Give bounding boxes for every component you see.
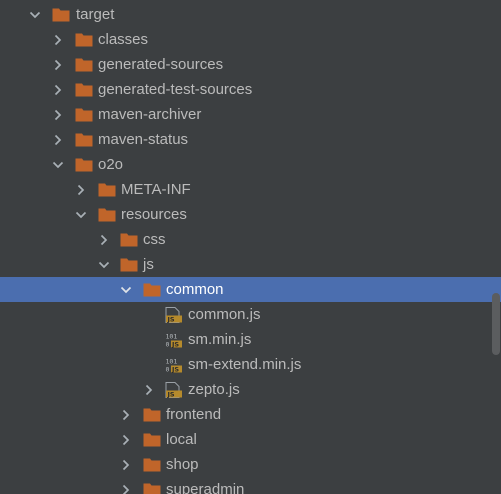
chevron-right-icon[interactable]: [51, 27, 65, 52]
tree-row-superadmin[interactable]: superadmin: [0, 477, 501, 494]
folder-icon: [143, 452, 161, 477]
chevron-right-icon[interactable]: [142, 377, 156, 402]
js-file-icon: JS: [165, 302, 183, 327]
vertical-scrollbar[interactable]: [491, 0, 501, 494]
tree-row-js[interactable]: js: [0, 252, 501, 277]
folder-icon: [143, 402, 161, 427]
tree-row-label: common.js: [188, 306, 261, 323]
tree-row-zepto-js[interactable]: JS zepto.js: [0, 377, 501, 402]
chevron-down-icon[interactable]: [74, 202, 88, 227]
folder-icon: [143, 427, 161, 452]
folder-icon: [75, 102, 93, 127]
minified-js-file-icon: 101 0 JS: [165, 327, 183, 352]
tree-row-label: maven-status: [98, 131, 189, 148]
tree-row-common-selected[interactable]: common: [0, 277, 501, 302]
chevron-right-icon[interactable]: [51, 102, 65, 127]
tree-row-label: target: [76, 6, 115, 23]
tree-row-sm-extend-min-js[interactable]: 101 0 JS sm-extend.min.js: [0, 352, 501, 377]
chevron-right-icon[interactable]: [119, 402, 133, 427]
tree-row-label: common: [166, 281, 224, 298]
tree-row-resources[interactable]: resources: [0, 202, 501, 227]
tree-row-maven-status[interactable]: maven-status: [0, 127, 501, 152]
tree-row-label: META-INF: [121, 181, 191, 198]
tree-row-common-js[interactable]: JS common.js: [0, 302, 501, 327]
tree-row-local[interactable]: local: [0, 427, 501, 452]
folder-icon: [75, 152, 93, 177]
chevron-right-icon[interactable]: [74, 177, 88, 202]
folder-icon: [143, 277, 161, 302]
svg-text:JS: JS: [171, 366, 179, 374]
folder-icon: [75, 52, 93, 77]
tree-row-label: frontend: [166, 406, 222, 423]
tree-row-label: resources: [121, 206, 187, 223]
scrollbar-thumb[interactable]: [492, 293, 500, 355]
svg-text:JS: JS: [167, 316, 175, 324]
folder-icon: [98, 202, 116, 227]
chevron-right-icon[interactable]: [119, 427, 133, 452]
tree-row-label: css: [143, 231, 166, 248]
project-tree: target classes generated-sources generat…: [0, 0, 501, 494]
chevron-down-icon[interactable]: [51, 152, 65, 177]
chevron-right-icon[interactable]: [119, 477, 133, 494]
folder-icon: [120, 252, 138, 277]
svg-text:101: 101: [166, 333, 178, 341]
tree-row-label: js: [143, 256, 154, 273]
chevron-down-icon[interactable]: [97, 252, 111, 277]
chevron-right-icon[interactable]: [119, 452, 133, 477]
svg-text:JS: JS: [171, 341, 179, 349]
svg-text:JS: JS: [167, 391, 175, 399]
tree-row-label: classes: [98, 31, 149, 48]
svg-text:101: 101: [166, 358, 178, 366]
tree-row-generated-sources[interactable]: generated-sources: [0, 52, 501, 77]
tree-row-maven-archiver[interactable]: maven-archiver: [0, 102, 501, 127]
folder-icon: [52, 2, 70, 27]
tree-row-shop[interactable]: shop: [0, 452, 501, 477]
minified-js-file-icon: 101 0 JS: [165, 352, 183, 377]
tree-row-label: local: [166, 431, 197, 448]
tree-row-classes[interactable]: classes: [0, 27, 501, 52]
tree-row-label: sm-extend.min.js: [188, 356, 302, 373]
tree-row-meta-inf[interactable]: META-INF: [0, 177, 501, 202]
tree-row-target[interactable]: target: [0, 2, 501, 27]
folder-icon: [75, 27, 93, 52]
tree-row-generated-test-sources[interactable]: generated-test-sources: [0, 77, 501, 102]
folder-icon: [75, 77, 93, 102]
chevron-right-icon[interactable]: [51, 52, 65, 77]
tree-row-label: maven-archiver: [98, 106, 202, 123]
tree-row-label: sm.min.js: [188, 331, 252, 348]
folder-icon: [143, 477, 161, 494]
chevron-down-icon[interactable]: [28, 2, 42, 27]
svg-text:0: 0: [166, 341, 170, 349]
tree-row-frontend[interactable]: frontend: [0, 402, 501, 427]
tree-row-label: superadmin: [166, 481, 245, 494]
chevron-right-icon[interactable]: [51, 127, 65, 152]
tree-row-sm-min-js[interactable]: 101 0 JS sm.min.js: [0, 327, 501, 352]
chevron-right-icon[interactable]: [51, 77, 65, 102]
tree-row-o2o[interactable]: o2o: [0, 152, 501, 177]
folder-icon: [120, 227, 138, 252]
tree-row-label: generated-sources: [98, 56, 224, 73]
folder-icon: [98, 177, 116, 202]
tree-row-label: shop: [166, 456, 199, 473]
js-file-icon: JS: [165, 377, 183, 402]
chevron-down-icon[interactable]: [119, 277, 133, 302]
svg-text:0: 0: [166, 366, 170, 374]
tree-row-label: zepto.js: [188, 381, 240, 398]
tree-row-label: generated-test-sources: [98, 81, 253, 98]
tree-row-label: o2o: [98, 156, 124, 173]
chevron-right-icon[interactable]: [97, 227, 111, 252]
tree-row-css[interactable]: css: [0, 227, 501, 252]
folder-icon: [75, 127, 93, 152]
